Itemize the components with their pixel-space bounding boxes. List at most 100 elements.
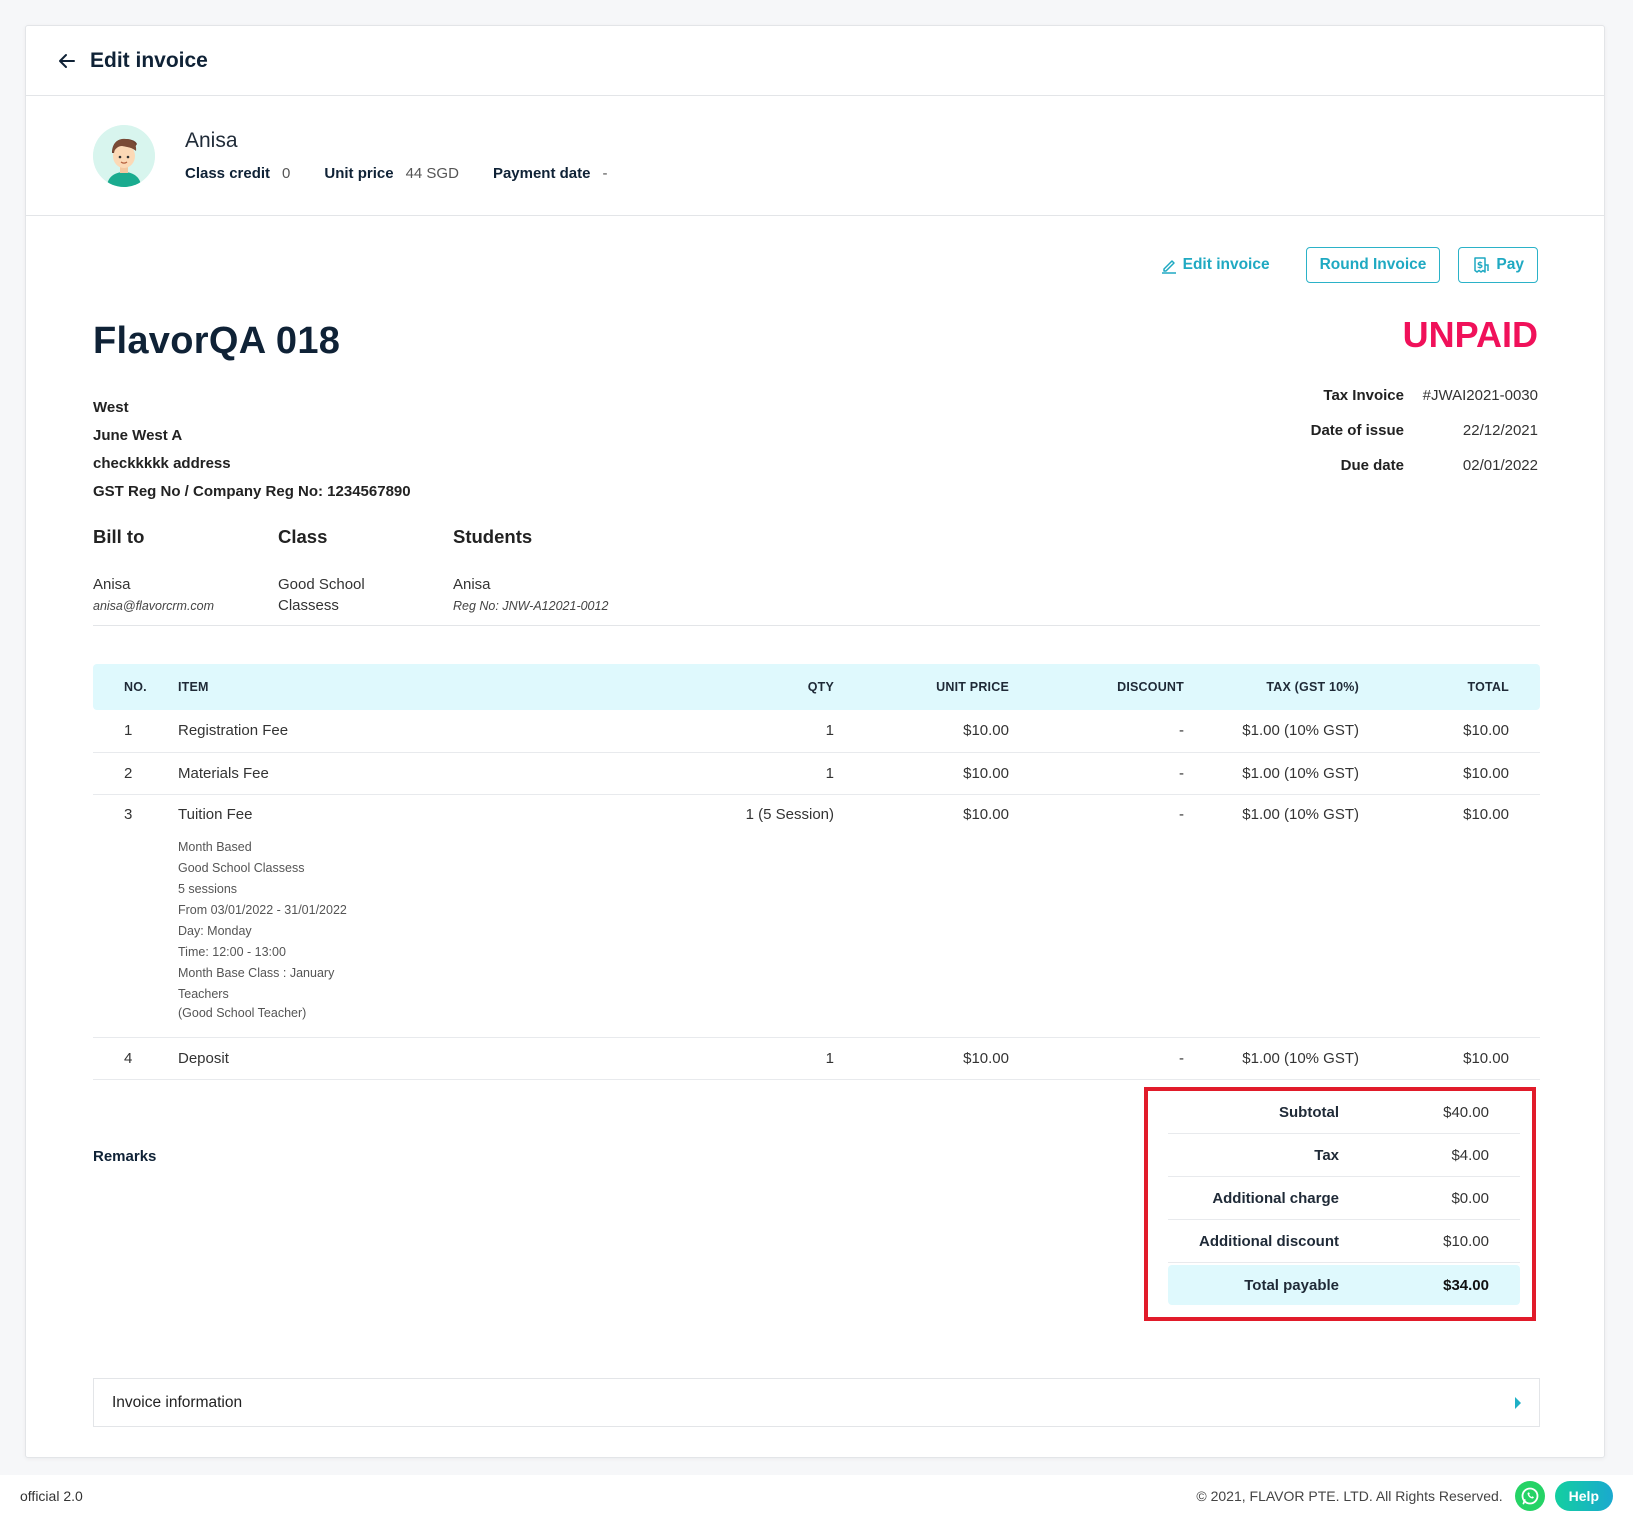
- row-no: 2: [93, 752, 177, 795]
- status-badge: UNPAID: [1402, 314, 1538, 355]
- help-button[interactable]: Help: [1554, 1480, 1613, 1511]
- page-header: Edit invoice: [26, 26, 1604, 96]
- svg-text:$: $: [1477, 261, 1483, 271]
- payment-date-label: Payment date: [492, 165, 591, 182]
- row-no: 4: [93, 1037, 177, 1080]
- col-tax: TAX (GST 10%): [1185, 664, 1360, 710]
- student-name: Anisa: [453, 576, 491, 593]
- payment-date-value: -: [602, 165, 608, 182]
- caret-right-icon: [1515, 1396, 1521, 1409]
- class-title: Class: [278, 526, 328, 547]
- company-line: GST Reg No / Company Reg No: 1234567890: [93, 483, 411, 500]
- invoice-information-panel[interactable]: Invoice information: [93, 1378, 1540, 1427]
- date-of-issue-label: Date of issue: [1310, 422, 1404, 439]
- subtotal-label: Subtotal: [1279, 1103, 1339, 1121]
- row-total: $10.00: [1360, 710, 1540, 753]
- subtotal-value: $40.00: [1443, 1103, 1489, 1121]
- row-qty: 1: [725, 752, 835, 795]
- remarks-label: Remarks: [93, 1148, 157, 1165]
- company-address: West June West A checkkkkk address GST R…: [93, 394, 411, 506]
- detail-line: Month Based: [178, 839, 252, 854]
- pay-button[interactable]: $ Pay: [1458, 247, 1538, 283]
- help-label: Help: [1568, 1487, 1599, 1504]
- row-qty: 1: [725, 710, 835, 753]
- detail-line: From 03/01/2022 - 31/01/2022: [178, 902, 347, 917]
- arrow-left-icon[interactable]: [56, 50, 78, 72]
- table-row: 2 Materials Fee 1 $10.00 - $1.00 (10% GS…: [93, 752, 1540, 795]
- row-discount: -: [1010, 1037, 1185, 1080]
- summary-row: Additional discount $10.00: [1168, 1220, 1520, 1263]
- date-of-issue-value: 22/12/2021: [1462, 422, 1538, 439]
- tax-label: Tax: [1314, 1146, 1339, 1164]
- summary-row: Subtotal $40.00: [1168, 1091, 1520, 1134]
- row-qty: 1: [725, 1037, 835, 1080]
- unit-price-value: 44 SGD: [405, 165, 459, 182]
- detail-line: Time: 12:00 - 13:00: [178, 944, 286, 959]
- detail-line: 5 sessions: [178, 881, 238, 896]
- row-item: Materials Fee: [177, 752, 725, 795]
- total-payable-label: Total payable: [1244, 1276, 1339, 1294]
- invoice-summary: Subtotal $40.00 Tax $4.00 Additional cha…: [1168, 1091, 1520, 1305]
- invoice-parties: Bill to Anisa anisa@flavorcrm.com Class …: [93, 526, 1540, 626]
- invoice-actions: Edit invoice Round Invoice $ Pay: [1161, 247, 1538, 283]
- version-label: official 2.0: [20, 1487, 83, 1504]
- table-row: 4 Deposit 1 $10.00 - $1.00 (10% GST) $10…: [93, 1037, 1540, 1080]
- table-row: 1 Registration Fee 1 $10.00 - $1.00 (10%…: [93, 710, 1540, 753]
- invoice-items-table: NO. ITEM QTY UNIT PRICE DISCOUNT TAX (GS…: [93, 664, 1540, 1080]
- additional-charge-label: Additional charge: [1212, 1189, 1339, 1207]
- round-invoice-label: Round Invoice: [1319, 256, 1427, 273]
- class-credit-value: 0: [282, 165, 291, 182]
- row-tax: $1.00 (10% GST): [1185, 710, 1360, 753]
- row-unit-price: $10.00: [835, 752, 1010, 795]
- receipt-dollar-icon: $: [1474, 257, 1490, 273]
- students-section: Students Anisa Reg No: JNW-A12021-0012: [453, 526, 608, 613]
- total-payable-row: Total payable $34.00: [1168, 1265, 1520, 1305]
- summary-row: Additional charge $0.00: [1168, 1177, 1520, 1220]
- invoice-information-label: Invoice information: [112, 1393, 243, 1411]
- avatar: [93, 124, 155, 187]
- detail-line: Teachers: [178, 986, 229, 1001]
- bill-to-email: anisa@flavorcrm.com: [93, 599, 215, 613]
- row-unit-price: $10.00: [835, 1037, 1010, 1080]
- page-title: Edit invoice: [90, 48, 208, 72]
- total-payable-value: $34.00: [1443, 1276, 1489, 1294]
- unit-price-label: Unit price: [324, 165, 394, 182]
- row-unit-price: $10.00: [835, 794, 1010, 1038]
- row-item-with-details: Tuition Fee Month Based Good School Clas…: [177, 794, 725, 1038]
- company-line: West: [93, 399, 129, 416]
- pencil-icon: [1161, 259, 1176, 274]
- invoice-meta: Tax Invoice #JWAI2021-0030 Date of issue 2…: [1311, 378, 1538, 483]
- class-section: Class Good School Classess: [278, 526, 365, 616]
- company-line: checkkkkk address: [93, 455, 231, 472]
- row-total: $10.00: [1360, 752, 1540, 795]
- row-unit-price: $10.00: [835, 710, 1010, 753]
- edit-invoice-button[interactable]: Edit invoice: [1161, 256, 1270, 274]
- students-title: Students: [453, 526, 533, 547]
- summary-row: Tax $4.00: [1168, 1134, 1520, 1177]
- summary-highlight: Subtotal $40.00 Tax $4.00 Additional cha…: [1144, 1087, 1536, 1321]
- row-tax: $1.00 (10% GST): [1185, 794, 1360, 1038]
- row-discount: -: [1010, 794, 1185, 1038]
- col-item: ITEM: [177, 664, 725, 710]
- row-total: $10.00: [1360, 794, 1540, 1038]
- col-discount: DISCOUNT: [1010, 664, 1185, 710]
- class-credit-label: Class credit: [185, 165, 271, 182]
- tax-value: $4.00: [1451, 1146, 1489, 1164]
- row-tax: $1.00 (10% GST): [1185, 1037, 1360, 1080]
- tax-invoice-value: #JWAI2021-0030: [1422, 387, 1538, 404]
- copyright-text: © 2021, FLAVOR PTE. LTD. All Rights Rese…: [1196, 1487, 1503, 1504]
- table-row: 3 Tuition Fee Month Based Good School Cl…: [93, 794, 1540, 1038]
- detail-line: (Good School Teacher): [178, 1005, 307, 1020]
- additional-discount-label: Additional discount: [1199, 1232, 1339, 1250]
- row-item: Registration Fee: [177, 710, 725, 753]
- round-invoice-button[interactable]: Round Invoice: [1305, 247, 1441, 283]
- bill-to-name: Anisa: [93, 576, 131, 593]
- company-line: June West A: [93, 427, 183, 444]
- whatsapp-icon[interactable]: [1514, 1480, 1545, 1511]
- class-name: Good School: [278, 576, 365, 593]
- due-date-value: 02/01/2022: [1462, 457, 1538, 474]
- row-discount: -: [1010, 710, 1185, 753]
- bill-to-section: Bill to Anisa anisa@flavorcrm.com: [93, 526, 214, 613]
- company-name: FlavorQA 018: [93, 320, 341, 362]
- student-profile: Anisa Class credit 0 Unit price 44 SGD P…: [26, 96, 1604, 216]
